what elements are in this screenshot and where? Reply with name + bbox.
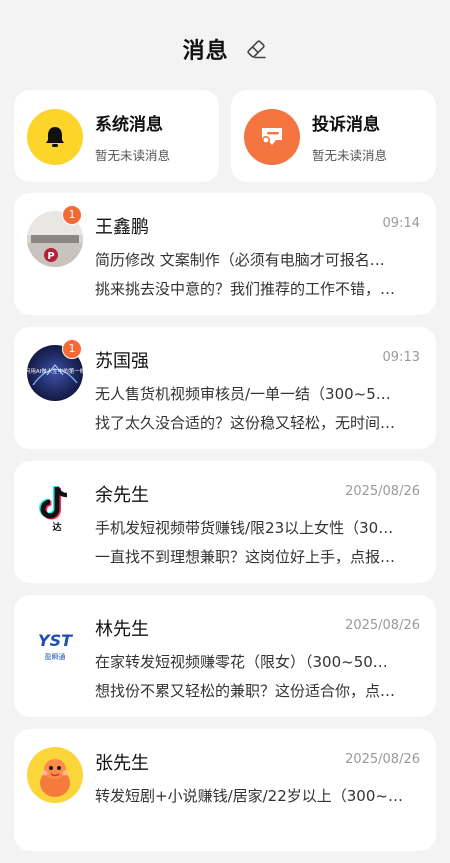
complaint-messages-card[interactable]: 投诉消息 暂无未读消息 xyxy=(231,90,436,182)
conversation-list: P 1 王鑫鹏 09:14 简历修改 文案制作（必须有电脑才可报名… 挑来挑去没… xyxy=(14,193,436,863)
job-title: 无人售货机视频审核员/一单一结（300~5… xyxy=(95,385,391,403)
conversation-item[interactable]: YST 盈瞬通 林先生 2025/08/26 在家转发短视频赚零花（限女）（30… xyxy=(14,595,436,717)
contact-name: 王鑫鹏 xyxy=(95,217,149,238)
message-preview: 一直找不到理想兼职？这岗位好上手，点报… xyxy=(95,548,396,566)
conversation-item[interactable]: 如何用AI做人生中的第一桶金 1 苏国强 09:13 无人售货机视频审核员/一单… xyxy=(14,327,436,449)
message-time: 2025/08/26 xyxy=(345,484,420,499)
page-title: 消息 xyxy=(182,39,229,64)
page-title-row: 消息 xyxy=(0,33,450,65)
avatar xyxy=(27,747,83,803)
contact-name: 余先生 xyxy=(95,485,149,506)
avatar: 达 xyxy=(27,479,83,535)
message-preview: 挑来挑去没中意的？我们推荐的工作不错，… xyxy=(95,280,396,298)
unread-badge: 1 xyxy=(62,339,82,359)
conversation-item[interactable]: 达 余先生 2025/08/26 手机发短视频带货赚钱/限23以上女性（30… … xyxy=(14,461,436,583)
job-title: 手机发短视频带货赚钱/限23以上女性（30… xyxy=(95,519,394,537)
conversation-item[interactable]: 张先生 2025/08/26 转发短剧+小说赚钱/居家/22岁以上（300~… xyxy=(14,729,436,851)
system-messages-card[interactable]: 系统消息 暂无未读消息 xyxy=(14,90,219,182)
svg-text:P: P xyxy=(47,251,54,262)
message-time: 09:13 xyxy=(382,350,420,365)
avatar-subtext: 盈瞬通 xyxy=(45,652,66,661)
conversation-item[interactable]: P 1 王鑫鹏 09:14 简历修改 文案制作（必须有电脑才可报名… 挑来挑去没… xyxy=(14,193,436,315)
complaint-icon xyxy=(244,109,300,165)
system-messages-title: 系统消息 xyxy=(95,115,163,135)
system-messages-subtitle: 暂无未读消息 xyxy=(95,148,171,163)
job-title: 简历修改 文案制作（必须有电脑才可报名… xyxy=(95,251,385,269)
complaint-messages-title: 投诉消息 xyxy=(312,115,380,135)
unread-badge: 1 xyxy=(62,205,82,225)
job-title: 转发短剧+小说赚钱/居家/22岁以上（300~… xyxy=(95,787,403,805)
avatar-text: 达 xyxy=(52,521,61,533)
message-time: 2025/08/26 xyxy=(345,752,420,767)
contact-name: 苏国强 xyxy=(95,351,149,372)
bell-icon xyxy=(27,109,83,165)
message-preview: 想找份不累又轻松的兼职？这份适合你，点… xyxy=(95,682,396,700)
eraser-icon[interactable] xyxy=(245,38,267,60)
message-time: 2025/08/26 xyxy=(345,618,420,633)
job-title: 在家转发短视频赚零花（限女）（300~50… xyxy=(95,653,388,671)
avatar-text: 如何用AI做人生中的第一桶金 xyxy=(27,367,83,375)
message-preview: 找了太久没合适的？这份稳又轻松，无时间… xyxy=(95,414,396,432)
contact-name: 林先生 xyxy=(95,619,149,640)
avatar: YST 盈瞬通 xyxy=(27,613,83,669)
avatar-text: YST xyxy=(38,631,73,650)
complaint-messages-subtitle: 暂无未读消息 xyxy=(312,148,388,163)
category-cards: 系统消息 暂无未读消息 投诉消息 暂无未读消息 xyxy=(14,90,436,182)
header: 消息 xyxy=(0,0,450,92)
contact-name: 张先生 xyxy=(95,753,149,774)
message-time: 09:14 xyxy=(382,216,420,231)
